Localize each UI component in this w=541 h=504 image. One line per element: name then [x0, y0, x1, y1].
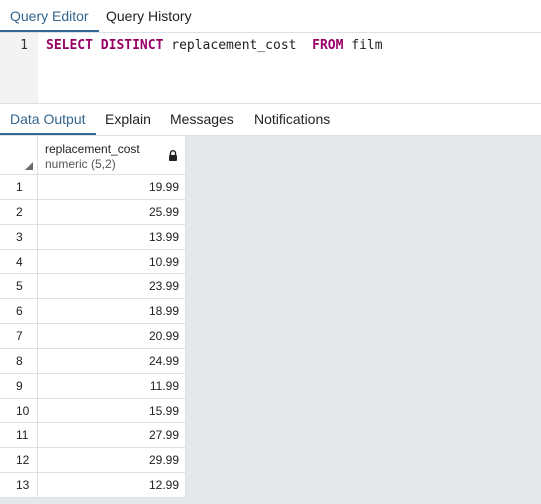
cell-replacement-cost[interactable]: 10.99	[38, 249, 186, 275]
table-row[interactable]: 1 19.99	[0, 175, 186, 200]
grid-rows: 1 19.99 2 25.99 3 13.99 4 10.99 5 23.99 6 18.99 7 20.…	[0, 175, 186, 498]
keyword-distinct: DISTINCT	[100, 38, 164, 53]
code-column: replacement_cost	[171, 38, 297, 53]
row-number[interactable]: 2	[0, 199, 38, 225]
row-number[interactable]: 1	[0, 175, 38, 200]
row-number[interactable]: 12	[0, 448, 38, 474]
tab-data-output[interactable]: Data Output	[0, 104, 96, 135]
lock-icon	[169, 150, 177, 161]
row-number[interactable]: 9	[0, 373, 38, 399]
cell-replacement-cost[interactable]: 12.99	[38, 473, 186, 498]
tab-messages[interactable]: Messages	[160, 104, 244, 135]
table-row[interactable]: 12 29.99	[0, 448, 186, 474]
row-number[interactable]: 6	[0, 299, 38, 325]
result-tabs: Data Output Explain Messages Notificatio…	[0, 104, 541, 136]
row-number[interactable]: 3	[0, 224, 38, 250]
cell-replacement-cost[interactable]: 13.99	[38, 224, 186, 250]
editor-tabs: Query Editor Query History	[0, 0, 541, 33]
triangle-corner-icon	[25, 162, 33, 170]
cell-replacement-cost[interactable]: 29.99	[38, 448, 186, 474]
table-row[interactable]: 4 10.99	[0, 249, 186, 275]
table-row[interactable]: 10 15.99	[0, 398, 186, 424]
row-number[interactable]: 5	[0, 274, 38, 300]
column-header-replacement-cost[interactable]: replacement_cost numeric (5,2)	[38, 136, 186, 175]
tab-query-editor[interactable]: Query Editor	[0, 0, 99, 32]
sql-code-line[interactable]: SELECT DISTINCT replacement_cost FROM fi…	[46, 38, 383, 53]
row-number[interactable]: 10	[0, 398, 38, 424]
column-name: replacement_cost	[45, 142, 140, 156]
keyword-select: SELECT	[46, 38, 93, 53]
row-number[interactable]: 7	[0, 324, 38, 349]
row-number[interactable]: 13	[0, 473, 38, 498]
cell-replacement-cost[interactable]: 15.99	[38, 398, 186, 424]
row-number[interactable]: 4	[0, 249, 38, 275]
table-row[interactable]: 11 27.99	[0, 423, 186, 449]
tab-notifications[interactable]: Notifications	[244, 104, 340, 135]
table-row[interactable]: 13 12.99	[0, 473, 186, 498]
data-grid: replacement_cost numeric (5,2) 1 19.99 2 25…	[0, 136, 541, 504]
grid-corner[interactable]	[0, 136, 38, 175]
tab-query-history[interactable]: Query History	[96, 0, 202, 32]
table-row[interactable]: 3 13.99	[0, 224, 186, 250]
cell-replacement-cost[interactable]: 18.99	[38, 299, 186, 325]
cell-replacement-cost[interactable]: 24.99	[38, 348, 186, 374]
keyword-from: FROM	[312, 38, 344, 53]
table-row[interactable]: 2 25.99	[0, 199, 186, 225]
table-row[interactable]: 9 11.99	[0, 373, 186, 399]
table-row[interactable]: 7 20.99	[0, 324, 186, 349]
tab-explain[interactable]: Explain	[95, 104, 161, 135]
line-gutter: 1	[0, 33, 38, 103]
cell-replacement-cost[interactable]: 23.99	[38, 274, 186, 300]
table-row[interactable]: 5 23.99	[0, 274, 186, 300]
row-number[interactable]: 8	[0, 348, 38, 374]
sql-editor[interactable]: 1 SELECT DISTINCT replacement_cost FROM …	[0, 33, 541, 103]
table-row[interactable]: 6 18.99	[0, 299, 186, 325]
cell-replacement-cost[interactable]: 27.99	[38, 423, 186, 449]
code-table: film	[351, 38, 383, 53]
line-number: 1	[20, 38, 28, 53]
cell-replacement-cost[interactable]: 25.99	[38, 199, 186, 225]
cell-replacement-cost[interactable]: 20.99	[38, 324, 186, 349]
row-number[interactable]: 11	[0, 423, 38, 449]
cell-replacement-cost[interactable]: 19.99	[38, 175, 186, 200]
table-row[interactable]: 8 24.99	[0, 348, 186, 374]
column-type: numeric (5,2)	[45, 157, 116, 171]
cell-replacement-cost[interactable]: 11.99	[38, 373, 186, 399]
